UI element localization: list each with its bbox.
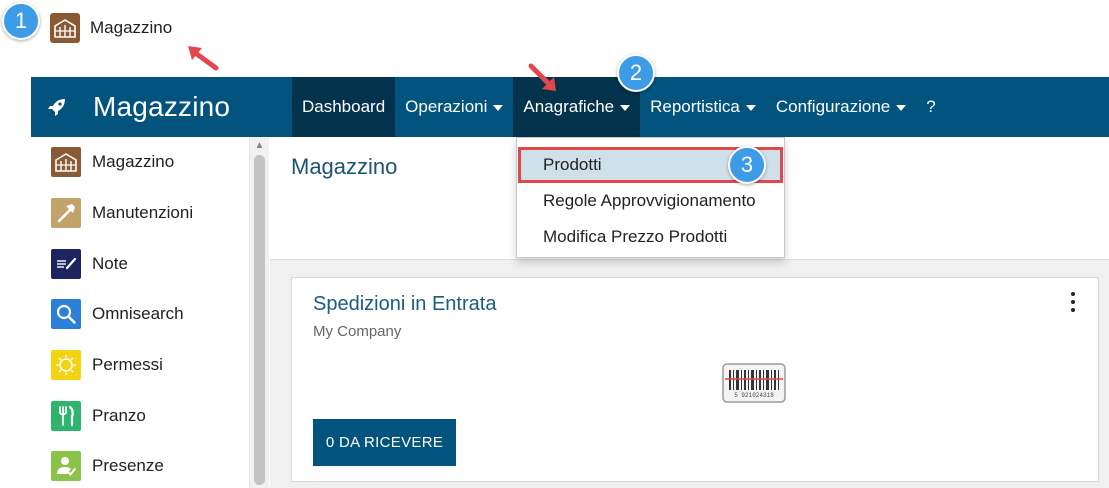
sidebar-item-magazzino[interactable]: Magazzino	[31, 137, 268, 188]
rocket-icon	[48, 99, 65, 116]
nav-dashboard-label: Dashboard	[302, 97, 386, 116]
more-options-icon[interactable]	[1068, 292, 1078, 312]
sidebar-item-label: Magazzino	[92, 152, 175, 172]
navbar-brand[interactable]: Magazzino	[31, 77, 292, 137]
menu-item-label: Modifica Prezzo Prodotti	[543, 227, 728, 246]
menu-item-regole-approvvigionamento[interactable]: Regole Approvvigionamento	[517, 183, 784, 219]
nav-configurazione-label: Configurazione	[775, 97, 891, 116]
nav-reportistica[interactable]: Reportistica	[640, 77, 766, 137]
sidebar-item-note[interactable]: Note	[31, 238, 268, 289]
note-pen-icon	[51, 248, 81, 279]
warehouse-icon	[50, 13, 80, 43]
nav-help[interactable]: ?	[916, 77, 945, 137]
app-entry-label: Magazzino	[90, 18, 173, 37]
scrollbar-thumb[interactable]	[254, 155, 265, 485]
caret-down-icon	[620, 105, 631, 111]
sidebar-item-label: Omnisearch	[92, 304, 184, 324]
nav-reportistica-label: Reportistica	[650, 97, 740, 116]
step-badge-2: 2	[617, 54, 655, 92]
card-title[interactable]: Spedizioni in Entrata	[313, 293, 496, 316]
menu-item-label: Regole Approvvigionamento	[543, 191, 756, 210]
page-title: Magazzino	[291, 154, 398, 179]
sidebar-item-label: Presenze	[92, 456, 164, 476]
caret-down-icon	[745, 105, 756, 111]
nav-dashboard[interactable]: Dashboard	[292, 77, 396, 137]
sidebar-item-label: Note	[92, 253, 128, 273]
menu-item-label: Prodotti	[543, 155, 602, 174]
arrow-pointer-2	[528, 63, 556, 91]
menu-item-modifica-prezzo-prodotti[interactable]: Modifica Prezzo Prodotti	[517, 219, 784, 255]
svg-text:5 921024318: 5 921024318	[734, 392, 774, 399]
sidebar-item-manutenzioni[interactable]: Manutenzioni	[31, 188, 268, 239]
nav-anagrafiche-label: Anagrafiche	[523, 97, 615, 116]
nav-help-label: ?	[926, 97, 936, 116]
brand-title: Magazzino	[93, 91, 231, 122]
sidebar-item-label: Manutenzioni	[92, 203, 194, 223]
card-subtitle: My Company	[313, 323, 402, 340]
incoming-shipments-card: Spedizioni in Entrata My Company 5 92102…	[291, 277, 1099, 482]
sidebar-item-omnisearch[interactable]: Omnisearch	[31, 289, 268, 340]
fork-knife-icon	[51, 400, 81, 431]
user-check-icon	[51, 451, 81, 482]
top-navbar: Magazzino Dashboard Operazioni Anagrafic…	[31, 77, 1109, 137]
arrow-pointer-1	[188, 46, 219, 71]
navbar-menu: Dashboard Operazioni Anagrafiche Reporti…	[292, 77, 946, 137]
warehouse-icon	[51, 147, 81, 178]
sidebar-item-permessi[interactable]: Permessi	[31, 340, 268, 391]
sidebar-item-presenze[interactable]: Presenze	[31, 441, 268, 488]
sidebar-item-label: Permessi	[92, 355, 163, 375]
caret-down-icon	[493, 105, 504, 111]
sidebar-item-label: Pranzo	[92, 405, 146, 425]
nav-operazioni-label: Operazioni	[405, 97, 488, 116]
search-icon	[51, 299, 81, 330]
caret-down-icon	[896, 105, 907, 111]
nav-configurazione[interactable]: Configurazione	[766, 77, 916, 137]
sun-icon	[51, 350, 81, 381]
hammer-icon	[51, 198, 81, 229]
sidebar-item-pranzo[interactable]: Pranzo	[31, 390, 268, 441]
barcode-icon: 5 921024318	[722, 363, 786, 403]
step-badge-1: 1	[2, 2, 40, 40]
step-badge-3: 3	[728, 146, 766, 184]
sidebar: Magazzino Manutenzioni Note Omnisearch P…	[31, 137, 269, 488]
scroll-up-icon[interactable]: ▲	[250, 139, 269, 153]
sidebar-scrollbar[interactable]: ▲	[249, 137, 269, 488]
app-entry-magazzino[interactable]: Magazzino	[50, 12, 172, 44]
nav-operazioni[interactable]: Operazioni	[395, 77, 513, 137]
to-receive-button[interactable]: 0 DA RICEVERE	[313, 419, 456, 466]
